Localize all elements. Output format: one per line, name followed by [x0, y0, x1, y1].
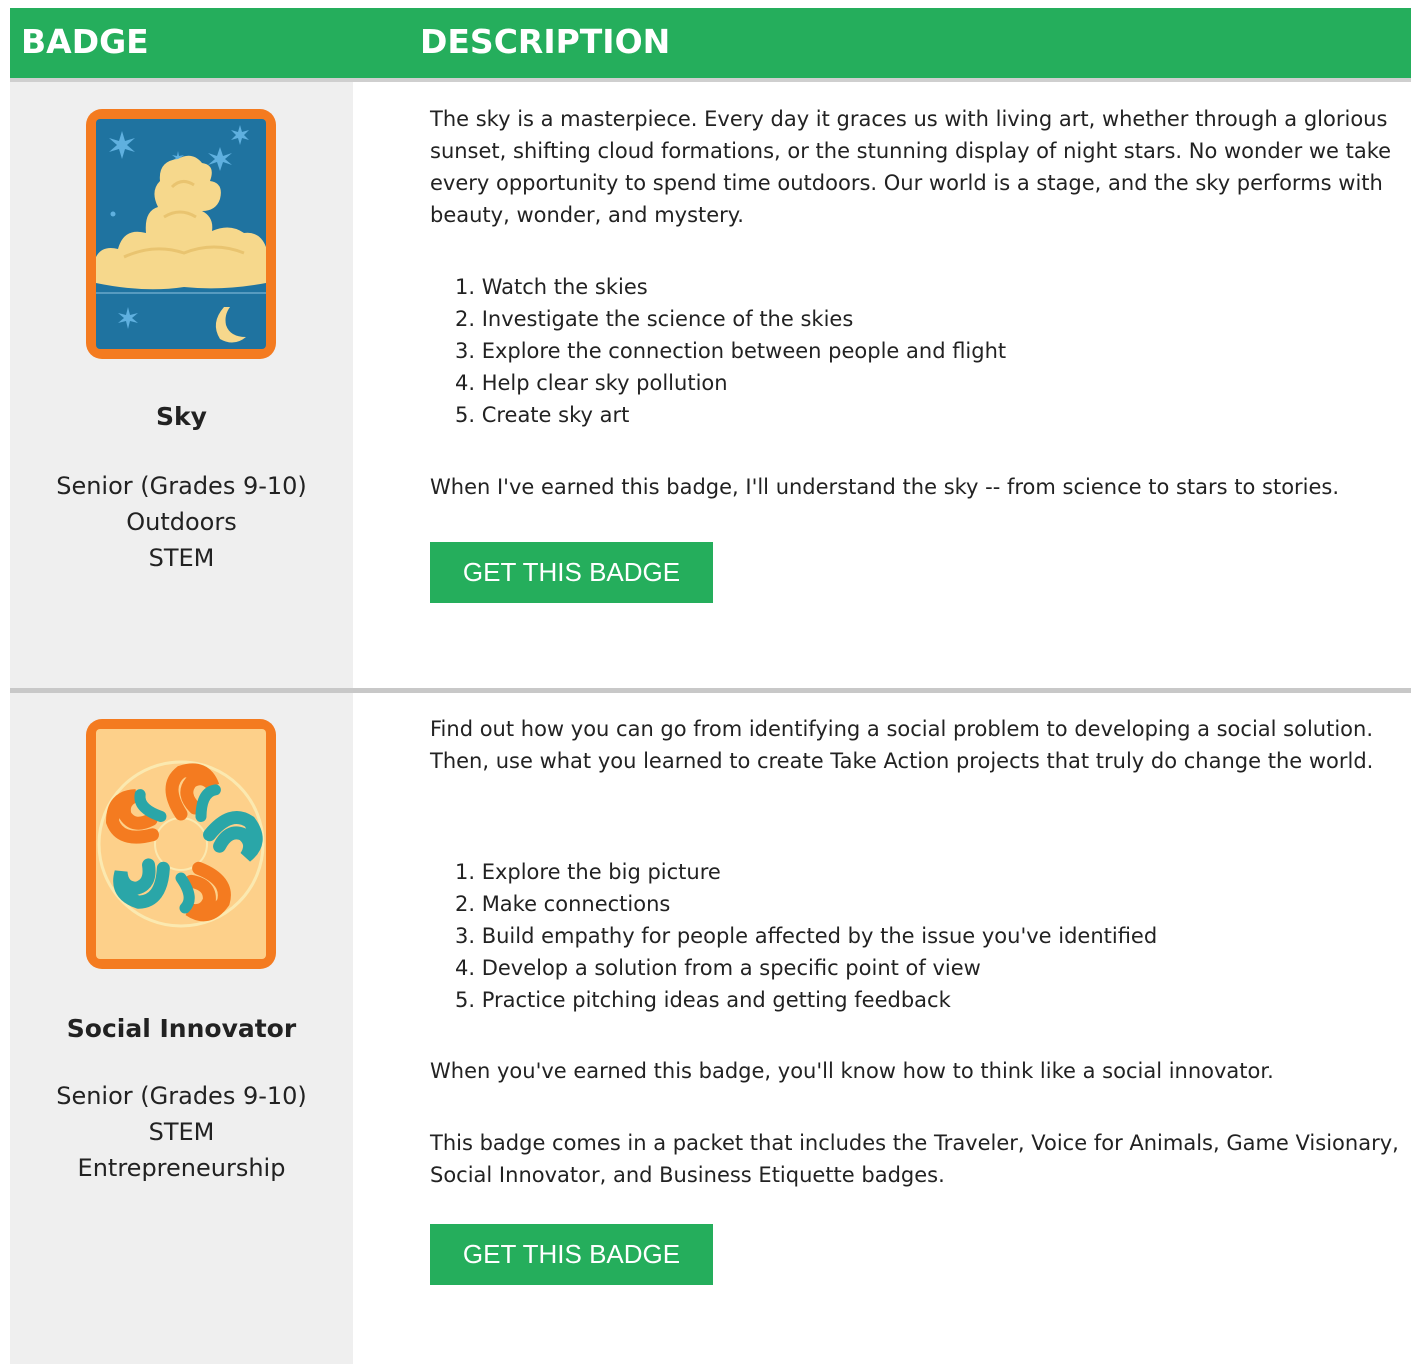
packet-note: This badge comes in a packet that includ… — [430, 1131, 1399, 1187]
badge-category: STEM — [148, 1118, 215, 1146]
sky-badge-icon — [86, 109, 276, 359]
table-row-sky: Sky Senior (Grades 9-10) Outdoors STEM T… — [10, 82, 1411, 688]
header-description: DESCRIPTION — [420, 22, 671, 61]
step-item: 5. Create sky art — [430, 399, 1006, 431]
badge-outcome: When you've earned this badge, you'll kn… — [430, 1059, 1274, 1083]
badge-category: STEM — [148, 544, 215, 572]
badge-level: Senior (Grades 9-10) — [56, 1082, 307, 1110]
badge-steps: 1. Watch the skies 2. Investigate the sc… — [430, 271, 1006, 431]
step-item: 4. Help clear sky pollution — [430, 367, 1006, 399]
badge-category: Outdoors — [126, 508, 237, 536]
step-number: 5. — [454, 403, 475, 427]
step-number: 2. — [454, 892, 475, 916]
step-item: 5. Practice pitching ideas and getting f… — [430, 984, 1157, 1016]
badge-cell: Social Innovator Senior (Grades 9-10) ST… — [10, 693, 353, 1364]
badge-category: Entrepreneurship — [77, 1154, 286, 1182]
step-number: 4. — [454, 371, 475, 395]
badge-name: Social Innovator — [66, 1014, 297, 1043]
badge-name: Sky — [156, 402, 207, 431]
table-row-social-innovator: Social Innovator Senior (Grades 9-10) ST… — [10, 693, 1411, 1364]
step-number: 4. — [454, 956, 475, 980]
step-item: 3. Build empathy for people affected by … — [430, 920, 1157, 952]
badge-meta: Senior (Grades 9-10) STEM Entrepreneursh… — [10, 1078, 353, 1186]
step-item: 1. Explore the big picture — [430, 856, 1157, 888]
step-text: Explore the big picture — [481, 860, 721, 884]
step-text: Practice pitching ideas and getting feed… — [481, 988, 951, 1012]
badge-level: Senior (Grades 9-10) — [56, 472, 307, 500]
header-badge: BADGE — [21, 22, 149, 61]
step-number: 5. — [454, 988, 475, 1012]
step-item: 3. Explore the connection between people… — [430, 335, 1006, 367]
step-item: 4. Develop a solution from a specific po… — [430, 952, 1157, 984]
badge-outcome: When I've earned this badge, I'll unders… — [430, 475, 1340, 499]
step-text: Watch the skies — [481, 275, 648, 299]
step-number: 3. — [454, 339, 475, 363]
step-item: 2. Make connections — [430, 888, 1157, 920]
badge-table: BADGE DESCRIPTION Sky Senior (Grades 9-1… — [10, 8, 1411, 1364]
step-text: Explore the connection between people an… — [481, 339, 1007, 363]
step-number: 1. — [454, 860, 475, 884]
step-text: Build empathy for people affected by the… — [481, 924, 1158, 948]
step-text: Develop a solution from a specific point… — [481, 956, 981, 980]
step-number: 1. — [454, 275, 475, 299]
step-text: Make connections — [481, 892, 671, 916]
badge-steps: 1. Explore the big picture 2. Make conne… — [430, 856, 1157, 1016]
get-badge-button[interactable]: GET THIS BADGE — [430, 542, 713, 603]
step-text: Help clear sky pollution — [481, 371, 728, 395]
step-item: 2. Investigate the science of the skies — [430, 303, 1006, 335]
table-header: BADGE DESCRIPTION — [10, 8, 1411, 82]
step-number: 2. — [454, 307, 475, 331]
step-number: 3. — [454, 924, 475, 948]
badge-intro: Find out how you can go from identifying… — [430, 717, 1374, 773]
step-item: 1. Watch the skies — [430, 271, 1006, 303]
badge-meta: Senior (Grades 9-10) Outdoors STEM — [10, 468, 353, 576]
badge-cell: Sky Senior (Grades 9-10) Outdoors STEM — [10, 82, 353, 688]
badge-intro: The sky is a masterpiece. Every day it g… — [430, 107, 1392, 227]
social-innovator-badge-icon — [86, 719, 276, 969]
step-text: Investigate the science of the skies — [481, 307, 854, 331]
step-text: Create sky art — [481, 403, 630, 427]
get-badge-button[interactable]: GET THIS BADGE — [430, 1224, 713, 1285]
